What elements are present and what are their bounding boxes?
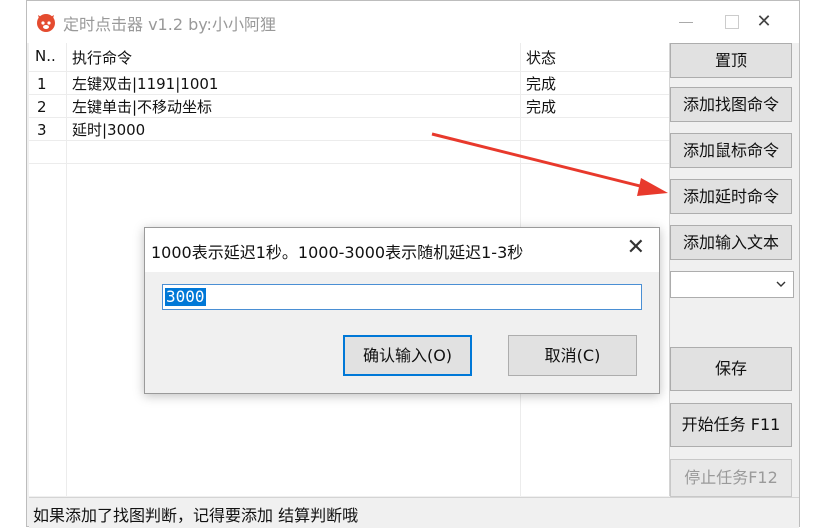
command-dropdown[interactable]: [670, 271, 794, 298]
dialog-title-bar: 1000表示延迟1秒。1000-3000表示随机延迟1-3秒 ✕: [145, 228, 659, 272]
start-task-button[interactable]: 开始任务 F11: [670, 403, 792, 447]
delay-input-dialog: 1000表示延迟1秒。1000-3000表示随机延迟1-3秒 ✕ 3000 确认…: [144, 227, 660, 394]
row-command: 左键双击|1191|1001: [72, 75, 219, 93]
add-delay-command-button[interactable]: 添加延时命令: [670, 179, 792, 214]
delay-input[interactable]: 3000: [162, 284, 642, 310]
row-command: 左键单击|不移动坐标: [72, 98, 213, 116]
stop-task-button: 停止任务F12: [670, 459, 792, 497]
row-number: 1: [37, 75, 47, 93]
minimize-icon[interactable]: [663, 1, 709, 43]
window-title: 定时点击器 v1.2 by:小小阿狸: [63, 15, 276, 34]
delay-input-value: 3000: [165, 287, 206, 306]
topmost-button[interactable]: 置顶: [670, 43, 792, 78]
row-command: 延时|3000: [72, 121, 146, 139]
row-status: 完成: [526, 98, 557, 116]
dialog-close-icon[interactable]: ✕: [627, 235, 645, 260]
status-text: 如果添加了找图判断，记得要添加 结算判断哦: [33, 506, 359, 525]
confirm-input-button[interactable]: 确认输入(O): [343, 335, 472, 376]
row-number: 2: [37, 98, 47, 116]
title-bar: 定时点击器 v1.2 by:小小阿狸 ✕: [27, 1, 799, 43]
cancel-button[interactable]: 取消(C): [508, 335, 637, 376]
app-fox-icon: [37, 14, 55, 32]
dialog-title: 1000表示延迟1秒。1000-3000表示随机延迟1-3秒: [151, 243, 524, 262]
row-status: 完成: [526, 75, 557, 93]
add-image-command-button[interactable]: 添加找图命令: [670, 87, 792, 122]
status-bar: 如果添加了找图判断，记得要添加 结算判断哦: [29, 497, 799, 528]
column-header-command[interactable]: 执行命令: [72, 47, 132, 69]
close-window-button[interactable]: ✕: [741, 1, 787, 43]
row-number: 3: [37, 121, 47, 139]
save-button[interactable]: 保存: [670, 347, 792, 391]
add-mouse-command-button[interactable]: 添加鼠标命令: [670, 133, 792, 168]
chevron-down-icon: [776, 281, 786, 287]
close-icon: ✕: [756, 11, 772, 32]
add-input-text-button[interactable]: 添加输入文本: [670, 225, 792, 260]
column-header-status[interactable]: 状态: [526, 47, 556, 69]
column-header-number[interactable]: N..: [35, 47, 56, 69]
